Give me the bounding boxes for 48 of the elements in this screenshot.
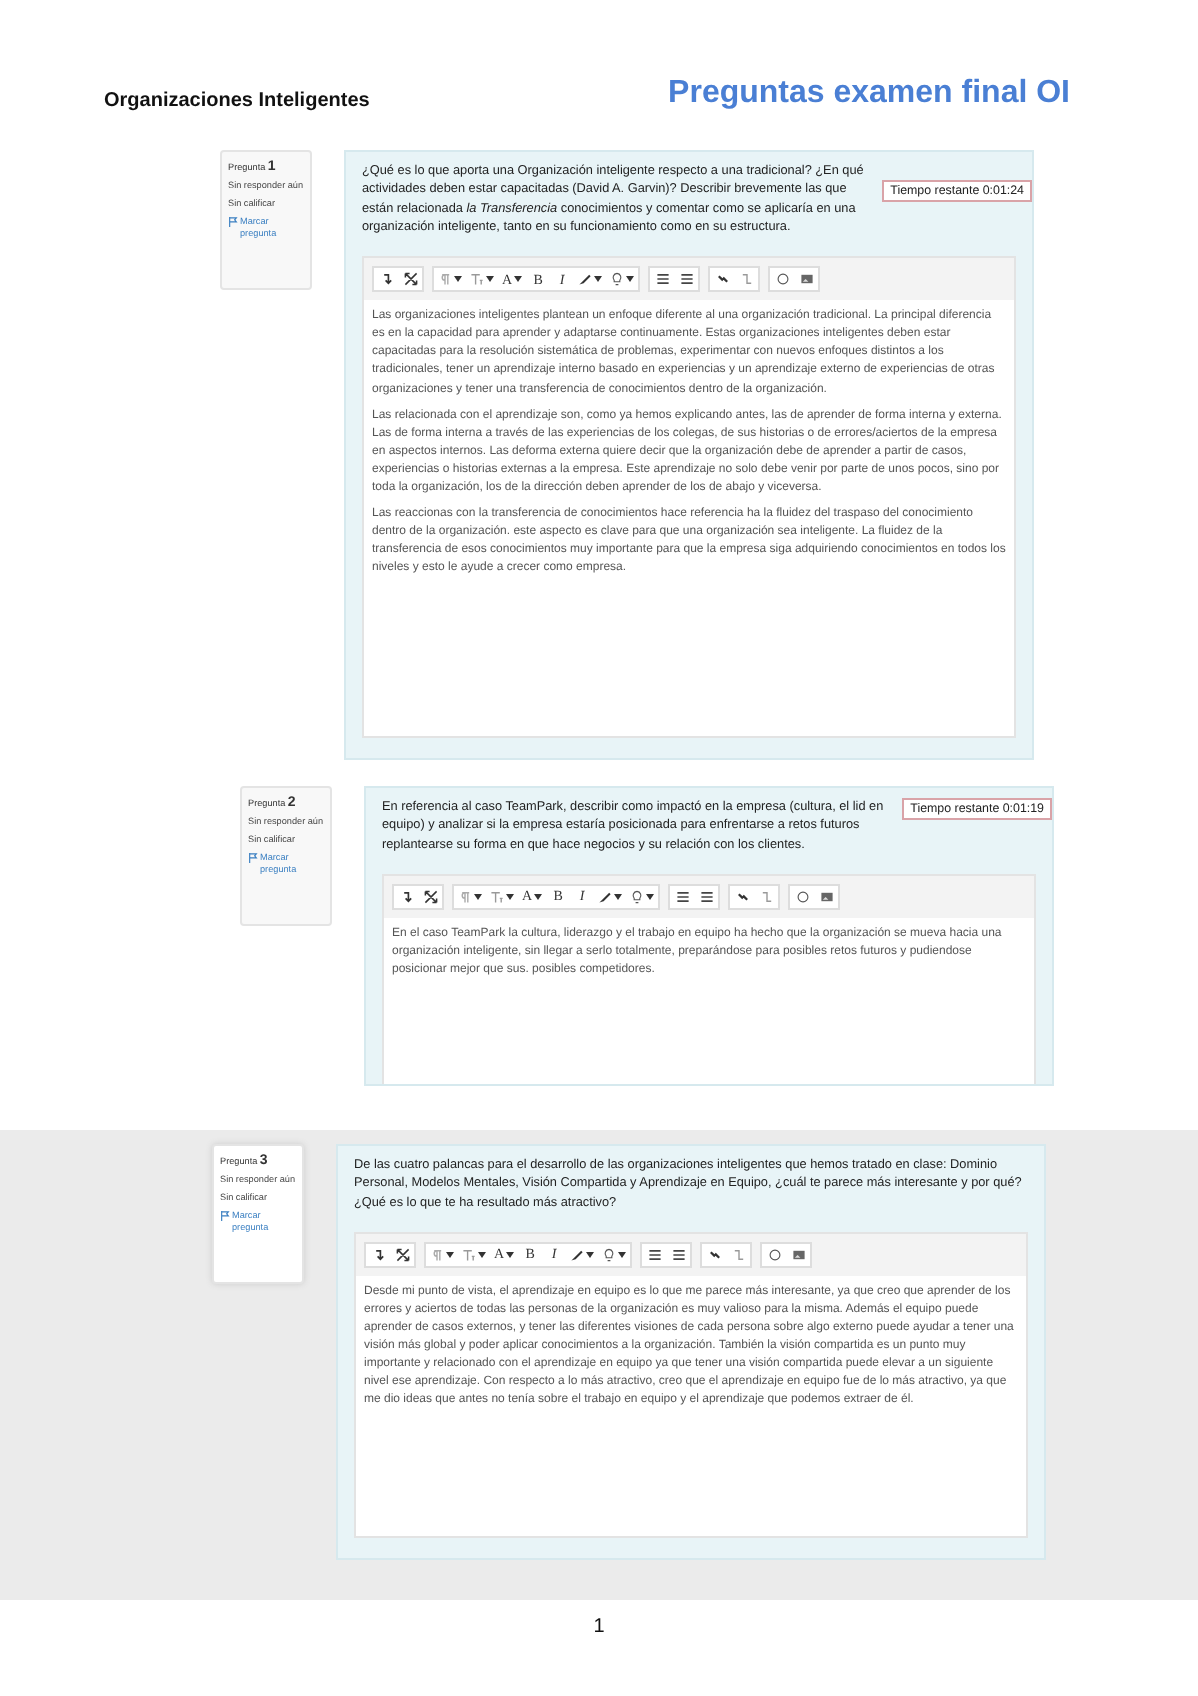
expand-button[interactable] [418, 885, 442, 908]
flag-icon [228, 215, 238, 228]
lightbulb-button[interactable] [626, 885, 659, 908]
lightbulb-button[interactable] [598, 1243, 631, 1266]
smiley-icon [775, 272, 790, 287]
list-icon [655, 272, 670, 287]
numbered-list-icon [671, 1247, 686, 1262]
expand-icon [395, 1247, 409, 1262]
undo-icon [371, 1247, 385, 1262]
paragraph-icon [438, 272, 452, 287]
pen-icon [570, 1247, 585, 1262]
paragraph-icon [458, 889, 472, 904]
document-title: Preguntas examen final OI [668, 76, 1070, 112]
undo-icon [399, 889, 413, 904]
page-number: 1 [591, 1616, 607, 1638]
unlink-icon [759, 889, 774, 904]
flag-icon [248, 851, 258, 864]
text-size-icon [490, 889, 504, 904]
image-icon [791, 1247, 806, 1262]
flag-icon [220, 1209, 230, 1222]
numbered-list-icon [679, 272, 694, 287]
expand-button[interactable] [398, 268, 422, 291]
undo-icon [379, 272, 393, 287]
link-icon [715, 272, 730, 287]
image-icon [819, 889, 834, 904]
numbered-list-icon [699, 889, 714, 904]
expand-icon [403, 272, 417, 287]
paragraph-icon [430, 1247, 444, 1262]
list-icon [647, 1247, 662, 1262]
image-icon [799, 272, 814, 287]
unlink-icon [731, 1247, 746, 1262]
course-name: Organizaciones Inteligentes [104, 90, 370, 112]
lightbulb-icon [610, 272, 625, 287]
list-icon [675, 889, 690, 904]
unlink-icon [739, 272, 754, 287]
link-icon [707, 1247, 722, 1262]
pen-icon [598, 889, 613, 904]
link-icon [735, 889, 750, 904]
lightbulb-icon [602, 1247, 617, 1262]
pen-icon [578, 272, 593, 287]
lightbulb-button[interactable] [606, 268, 639, 291]
expand-icon [423, 889, 437, 904]
text-size-icon [462, 1247, 476, 1262]
text-size-icon [470, 272, 484, 287]
smiley-icon [767, 1247, 782, 1262]
smiley-icon [795, 889, 810, 904]
expand-button[interactable] [390, 1243, 414, 1266]
lightbulb-icon [630, 889, 645, 904]
